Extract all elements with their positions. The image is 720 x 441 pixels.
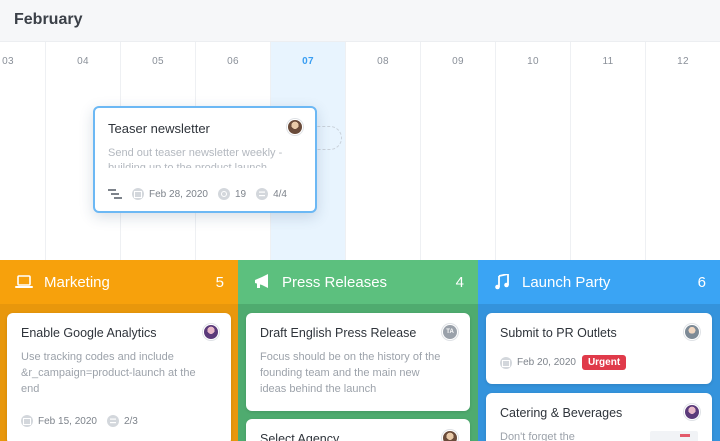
task-title: Submit to PR Outlets	[500, 326, 617, 340]
task-title: Draft English Press Release	[260, 326, 417, 340]
due-date: Feb 15, 2020	[21, 415, 97, 427]
day-column[interactable]: 10	[496, 42, 571, 260]
assignee-avatar[interactable]: TA	[442, 324, 458, 340]
dependency-icon	[108, 189, 122, 199]
calendar-icon	[132, 188, 144, 200]
comment-icon	[217, 188, 230, 200]
lane-header[interactable]: Launch Party 6	[478, 260, 720, 304]
day-label: 05	[152, 56, 164, 67]
task-card[interactable]: Draft English Press Release TA Focus sho…	[246, 313, 470, 411]
lane-count: 4	[455, 273, 464, 291]
assignee-avatar[interactable]	[203, 324, 219, 340]
lane-body: Enable Google Analytics Use tracking cod…	[0, 304, 238, 441]
lane-name: Launch Party	[522, 273, 611, 291]
attachment-thumbnail[interactable]	[650, 431, 698, 441]
assignee-avatar[interactable]	[684, 324, 700, 340]
task-title: Select Agency	[260, 432, 340, 441]
checklist-progress[interactable]: 4/4	[256, 188, 287, 200]
laptop-icon	[14, 272, 34, 292]
month-title: February	[14, 11, 83, 28]
task-description: Send out teaser newsletter weekly - buil…	[108, 147, 283, 168]
due-date: Feb 28, 2020	[132, 188, 208, 200]
lane-marketing[interactable]: Marketing 5 Enable Google Analytics Use …	[0, 260, 238, 441]
lane-header[interactable]: Marketing 5	[0, 260, 238, 304]
assignee-avatar[interactable]	[287, 119, 303, 135]
day-column[interactable]: 09	[421, 42, 496, 260]
task-meta: Feb 28, 2020 19 4/4	[108, 188, 297, 200]
task-title: Enable Google Analytics	[21, 326, 157, 340]
day-label: 03	[2, 56, 14, 67]
calendar-icon	[21, 415, 33, 427]
task-title: Teaser newsletter	[108, 121, 210, 136]
day-label: 11	[602, 56, 614, 67]
lane-launch-party[interactable]: Launch Party 6 Submit to PR Outlets Feb …	[478, 260, 720, 441]
lane-count: 6	[697, 273, 706, 291]
assignee-avatar[interactable]	[684, 404, 700, 420]
lane-header[interactable]: Press Releases 4	[238, 260, 478, 304]
assignee-avatar[interactable]	[442, 430, 458, 441]
dependency-indicator[interactable]	[108, 188, 122, 200]
task-meta: Feb 20, 2020 Urgent	[500, 355, 627, 370]
day-column[interactable]: 03	[0, 42, 46, 260]
dragged-task-card[interactable]: Teaser newsletter Send out teaser newsle…	[93, 106, 317, 213]
task-description: Don't forget the	[500, 431, 575, 441]
month-header: February	[0, 0, 720, 42]
megaphone-icon	[252, 272, 272, 292]
comment-count[interactable]: 19	[217, 188, 246, 200]
task-meta: Feb 15, 2020 2/3	[21, 415, 148, 427]
music-note-icon	[492, 272, 512, 292]
lane-name: Press Releases	[282, 273, 388, 291]
calendar-icon	[500, 356, 512, 369]
day-label: 04	[77, 56, 89, 67]
day-label: 06	[227, 56, 239, 67]
checklist-icon	[256, 188, 269, 200]
checklist-progress[interactable]: 2/3	[106, 415, 138, 427]
lane-count: 5	[215, 273, 224, 291]
day-label: 12	[677, 56, 689, 67]
task-description: Use tracking codes and include &r_campai…	[21, 351, 196, 395]
lane-body: Draft English Press Release TA Focus sho…	[238, 304, 478, 441]
lane-press-releases[interactable]: Press Releases 4 Draft English Press Rel…	[238, 260, 478, 441]
day-column[interactable]: 08	[346, 42, 421, 260]
task-description: Focus should be on the history of the fo…	[260, 351, 441, 395]
task-card[interactable]: Submit to PR Outlets Feb 20, 2020 Urgent	[486, 313, 712, 384]
lane-body: Submit to PR Outlets Feb 20, 2020 Urgent…	[478, 304, 720, 441]
task-card[interactable]: Catering & Beverages Don't forget the	[486, 393, 712, 441]
day-label: 09	[452, 56, 464, 67]
day-column[interactable]: 11	[571, 42, 646, 260]
task-title: Catering & Beverages	[500, 406, 623, 420]
due-date: Feb 20, 2020	[500, 356, 576, 369]
checklist-icon	[106, 415, 119, 427]
day-label-today: 07	[302, 56, 314, 67]
day-label: 10	[527, 56, 539, 67]
urgent-badge: Urgent	[581, 355, 627, 370]
day-label: 08	[377, 56, 389, 67]
task-card[interactable]: Enable Google Analytics Use tracking cod…	[7, 313, 231, 441]
day-column[interactable]: 12	[646, 42, 720, 260]
task-card[interactable]: Select Agency	[246, 419, 470, 441]
lane-name: Marketing	[44, 273, 110, 291]
